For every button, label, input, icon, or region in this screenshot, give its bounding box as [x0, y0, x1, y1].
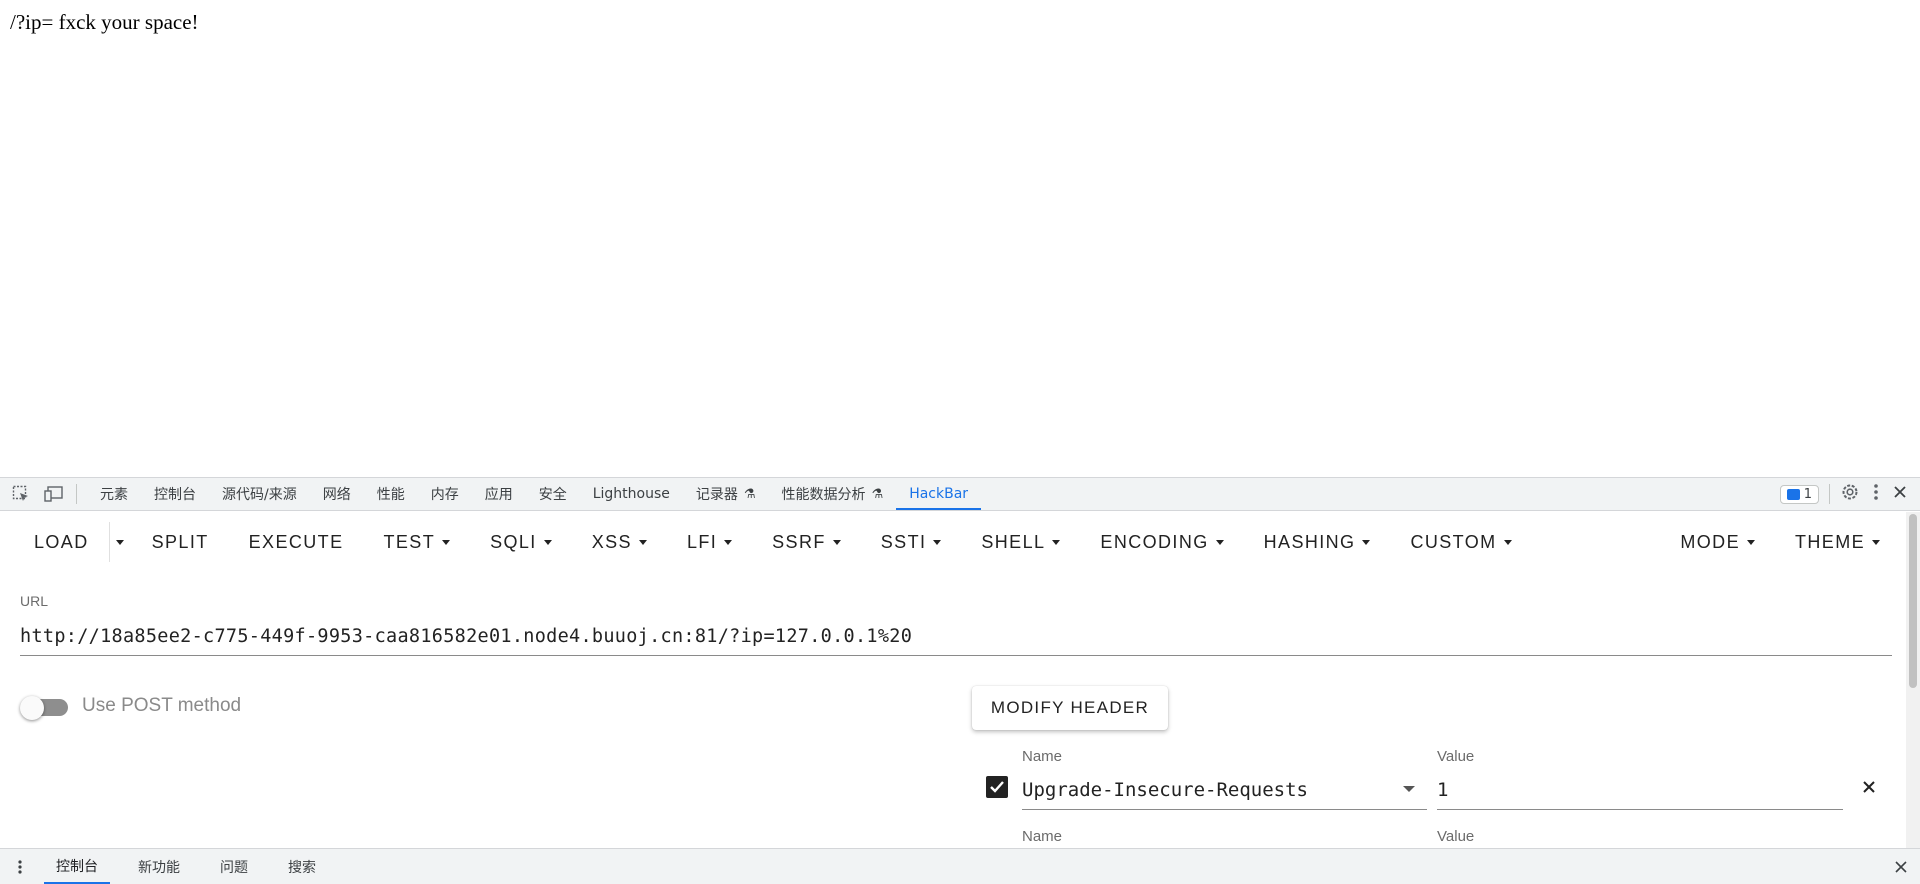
execute-button[interactable]: EXECUTE [229, 522, 364, 562]
hashing-menu-button[interactable]: HASHING [1244, 522, 1391, 562]
remove-header-close-icon[interactable] [1858, 776, 1880, 798]
load-group: LOAD [14, 522, 110, 562]
header-name-input[interactable]: Upgrade-Insecure-Requests [1022, 770, 1427, 810]
custom-menu-button[interactable]: CUSTOM [1390, 522, 1531, 562]
mode-menu-button[interactable]: MODE [1660, 522, 1775, 562]
load-button[interactable]: LOAD [14, 522, 109, 562]
test-label: TEST [383, 531, 436, 552]
tab-sources[interactable]: 源代码/来源 [209, 478, 310, 510]
tab-application[interactable]: 应用 [472, 478, 526, 510]
load-dropdown-button[interactable] [110, 522, 132, 562]
close-drawer-icon[interactable] [1894, 860, 1908, 874]
header-name-label: Name [1022, 828, 1063, 845]
header-name-value: Upgrade-Insecure-Requests [1022, 778, 1308, 801]
tab-lighthouse[interactable]: Lighthouse [580, 478, 683, 510]
tab-network[interactable]: 网络 [310, 478, 364, 510]
devtools-tab-bar: 元素 控制台 源代码/来源 网络 性能 内存 应用 安全 Lighthouse … [0, 477, 1920, 511]
caret-down-icon [1872, 539, 1880, 545]
device-toolbar-icon[interactable] [42, 482, 66, 506]
mode-label: MODE [1680, 531, 1740, 552]
devtools-right-controls: 1 [1779, 482, 1920, 506]
tab-console[interactable]: 控制台 [141, 478, 209, 510]
url-input[interactable]: http://18a85ee2-c775-449f-9953-caa816582… [20, 618, 1892, 656]
experiment-flask-icon: ⚗ [871, 486, 884, 502]
settings-gear-icon[interactable] [1840, 482, 1860, 506]
url-label: URL [20, 593, 49, 609]
shell-label: SHELL [981, 531, 1046, 552]
more-options-icon[interactable] [1868, 482, 1884, 506]
ssti-menu-button[interactable]: SSTI [861, 522, 962, 562]
post-method-toggle[interactable] [20, 696, 70, 720]
tab-recorder[interactable]: 记录器 ⚗ [683, 478, 769, 510]
test-menu-button[interactable]: TEST [363, 522, 470, 562]
drawer-tab-issues[interactable]: 问题 [208, 849, 260, 884]
split-button[interactable]: SPLIT [132, 522, 229, 562]
theme-menu-button[interactable]: THEME [1775, 522, 1906, 562]
tab-hackbar[interactable]: HackBar [896, 478, 982, 510]
caret-down-icon [638, 539, 647, 545]
sqli-label: SQLI [490, 531, 537, 552]
shell-menu-button[interactable]: SHELL [961, 522, 1080, 562]
tab-memory[interactable]: 内存 [418, 478, 472, 510]
header-value-label: Value [1437, 828, 1475, 845]
caret-down-icon [832, 539, 841, 545]
close-devtools-icon[interactable] [1892, 484, 1908, 504]
drawer-tab-console[interactable]: 控制台 [44, 849, 110, 884]
caret-down-icon [1215, 539, 1224, 545]
caret-down-icon [933, 539, 942, 545]
custom-label: CUSTOM [1410, 531, 1497, 552]
ssrf-label: SSRF [772, 531, 826, 552]
hackbar-scrollbar[interactable] [1906, 512, 1920, 848]
caret-down-icon [1747, 539, 1755, 545]
drawer-tab-whats-new[interactable]: 新功能 [126, 849, 192, 884]
inspect-element-icon[interactable] [9, 482, 33, 506]
ssti-label: SSTI [880, 531, 927, 552]
experiment-flask-icon: ⚗ [743, 486, 756, 502]
drawer-menu-icon[interactable] [10, 859, 30, 875]
theme-label: THEME [1795, 531, 1865, 552]
caret-down-icon [1362, 539, 1371, 545]
devtools-drawer: 控制台 新功能 问题 搜索 [0, 848, 1920, 884]
divider [1829, 484, 1830, 504]
header-enabled-checkbox[interactable] [986, 776, 1008, 798]
header-value-label: Value [1437, 748, 1475, 765]
header-name-label: Name [1022, 748, 1063, 765]
encoding-label: ENCODING [1100, 531, 1209, 552]
caret-down-icon[interactable] [1403, 786, 1415, 792]
post-method-label: Use POST method [82, 695, 242, 716]
checkmark-icon [990, 781, 1004, 793]
modify-header-button[interactable]: MODIFY HEADER [972, 686, 1168, 730]
drawer-tab-search[interactable]: 搜索 [276, 849, 328, 884]
caret-down-icon [1052, 539, 1061, 545]
encoding-menu-button[interactable]: ENCODING [1080, 522, 1243, 562]
caret-down-icon [1503, 539, 1512, 545]
hashing-label: HASHING [1263, 531, 1356, 552]
caret-down-icon [724, 539, 733, 545]
sqli-menu-button[interactable]: SQLI [470, 522, 572, 562]
tab-performance-insights-label: 性能数据分析 [781, 487, 866, 503]
hackbar-panel: LOAD SPLIT EXECUTE TEST SQLI XSS LFI SSR… [0, 512, 1906, 848]
xss-menu-button[interactable]: XSS [572, 522, 667, 562]
page-message: /?ip= fxck your space! [10, 10, 199, 34]
lfi-label: LFI [686, 531, 718, 552]
issues-badge[interactable]: 1 [1779, 484, 1819, 504]
lfi-menu-button[interactable]: LFI [667, 522, 752, 562]
caret-down-icon [543, 539, 552, 545]
header-value-input[interactable]: 1 [1437, 770, 1843, 810]
scrollbar-thumb[interactable] [1909, 514, 1917, 688]
tab-performance-insights[interactable]: 性能数据分析 ⚗ [769, 478, 897, 510]
issues-count: 1 [1803, 486, 1812, 502]
toggle-thumb [20, 696, 44, 720]
tab-performance[interactable]: 性能 [364, 478, 418, 510]
xss-label: XSS [591, 531, 632, 552]
caret-down-icon [442, 539, 451, 545]
hackbar-toolbar: LOAD SPLIT EXECUTE TEST SQLI XSS LFI SSR… [0, 512, 1906, 572]
caret-down-icon [115, 539, 124, 545]
ssrf-menu-button[interactable]: SSRF [752, 522, 861, 562]
tab-recorder-label: 记录器 [695, 487, 738, 503]
tab-elements[interactable]: 元素 [87, 478, 141, 510]
tab-security[interactable]: 安全 [526, 478, 580, 510]
divider [76, 484, 77, 504]
message-icon [1786, 488, 1800, 500]
